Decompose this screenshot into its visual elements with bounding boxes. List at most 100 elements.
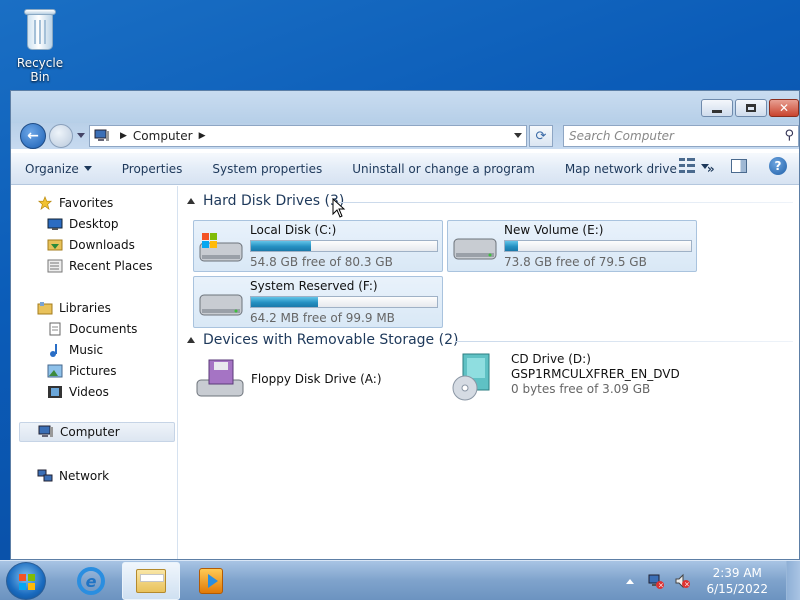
drive-name: New Volume (E:) (504, 223, 604, 237)
taskbar-windows-explorer[interactable] (122, 562, 180, 600)
search-icon: ⚲ (784, 128, 794, 143)
nav-recent-places[interactable]: Recent Places (47, 259, 152, 273)
refresh-icon: ⟳ (535, 128, 547, 144)
minimize-icon (712, 109, 722, 113)
svg-text:×: × (684, 581, 690, 589)
organize-button[interactable]: Organize (25, 162, 92, 176)
nav-desktop[interactable]: Desktop (47, 217, 119, 231)
mouse-cursor-icon (332, 198, 346, 218)
taskbar-media-player[interactable] (182, 562, 240, 600)
search-input[interactable]: Search Computer ⚲ (563, 125, 799, 147)
media-player-icon (199, 568, 223, 594)
drive-tile-f[interactable]: System Reserved (F:) 64.2 MB free of 99.… (193, 276, 443, 328)
clock-time: 2:39 AM (712, 566, 762, 580)
collapse-icon (187, 337, 195, 343)
star-icon (37, 196, 53, 210)
floppy-drive-icon (196, 359, 244, 397)
drive-tile-e[interactable]: New Volume (E:) 73.8 GB free of 79.5 GB (447, 220, 697, 272)
maximize-icon (746, 104, 756, 112)
minimize-button[interactable] (701, 99, 733, 117)
close-button[interactable]: ✕ (769, 99, 799, 117)
drive-usage-fill (505, 241, 519, 251)
drive-tile-c[interactable]: Local Disk (C:) 54.8 GB free of 80.3 GB (193, 220, 443, 272)
close-icon: ✕ (778, 101, 790, 115)
clock[interactable]: 2:39 AM 6/15/2022 (706, 565, 768, 597)
cd-drive-name: CD Drive (D:) (511, 352, 591, 366)
system-properties-button[interactable]: System properties (212, 162, 322, 176)
nav-videos[interactable]: Videos (47, 385, 109, 399)
downloads-icon (47, 239, 63, 251)
group-header-removable[interactable]: Devices with Removable Storage (2) (187, 332, 458, 348)
refresh-button[interactable]: ⟳ (529, 125, 553, 147)
recycle-bin-desktop-icon[interactable]: Recycle Bin (6, 6, 74, 84)
floppy-drive-item[interactable]: Floppy Disk Drive (A:) (195, 356, 445, 406)
cd-drive-item[interactable]: CD Drive (D:) GSP1RMCULXFRER_EN_DVD 0 by… (449, 350, 699, 406)
videos-icon (48, 386, 62, 398)
internet-explorer-icon: e (77, 567, 105, 595)
nav-libraries[interactable]: Libraries (37, 301, 111, 315)
preview-pane-icon[interactable] (731, 159, 747, 173)
hard-drive-icon (453, 238, 497, 260)
drive-usage-bar (250, 240, 438, 252)
svg-text:×: × (658, 582, 664, 590)
properties-button[interactable]: Properties (122, 162, 183, 176)
pictures-icon (47, 364, 63, 378)
map-network-drive-button[interactable]: Map network drive (565, 162, 677, 176)
cd-volume-label: GSP1RMCULXFRER_EN_DVD (511, 367, 680, 381)
music-icon (50, 344, 57, 357)
floppy-drive-name: Floppy Disk Drive (A:) (251, 372, 382, 386)
volume-muted-icon[interactable]: × (674, 573, 691, 589)
group-header-hard-disks[interactable]: Hard Disk Drives (3) (187, 193, 344, 209)
group-divider (455, 341, 793, 342)
breadcrumb-chevron-icon[interactable]: ▶ (120, 131, 127, 141)
show-hidden-icons[interactable] (626, 578, 635, 584)
drive-usage-bar (504, 240, 692, 252)
recent-pages-dropdown[interactable] (77, 133, 85, 138)
nav-favorites[interactable]: Favorites (37, 196, 113, 210)
title-bar[interactable]: ✕ (11, 91, 799, 123)
folder-icon (136, 569, 166, 593)
show-desktop-button[interactable] (786, 561, 800, 600)
address-dropdown[interactable] (514, 133, 522, 138)
recycle-bin-label: Recycle Bin (16, 56, 64, 84)
breadcrumb-computer[interactable]: Computer (133, 129, 193, 143)
help-icon[interactable]: ? (769, 157, 787, 175)
documents-icon (49, 322, 61, 336)
content-pane: Hard Disk Drives (3) Local Disk (C:) 54.… (179, 186, 799, 559)
taskbar: e × × 2:39 AM 6/15/2022 (0, 560, 800, 600)
drive-usage-fill (251, 241, 311, 251)
change-view-icon[interactable] (679, 158, 695, 174)
start-button[interactable] (6, 562, 46, 600)
search-placeholder: Search Computer (569, 129, 674, 143)
computer-icon (94, 129, 109, 141)
breadcrumb-chevron-icon[interactable]: ▶ (199, 131, 206, 141)
taskbar-internet-explorer[interactable]: e (62, 562, 120, 600)
uninstall-program-button[interactable]: Uninstall or change a program (352, 162, 535, 176)
group-divider (337, 202, 793, 203)
recent-places-icon (47, 259, 63, 273)
desktop-icon (47, 218, 63, 230)
nav-network[interactable]: Network (37, 469, 109, 483)
windows-drive-icon (199, 233, 243, 262)
chevron-down-icon (83, 166, 92, 171)
address-input[interactable]: ▶ Computer ▶ (89, 125, 527, 147)
libraries-icon (37, 302, 53, 315)
nav-downloads[interactable]: Downloads (47, 238, 135, 252)
network-status-icon[interactable]: × (648, 573, 665, 590)
back-arrow-icon: ← (27, 128, 39, 144)
back-button[interactable]: ← (20, 123, 46, 149)
explorer-window: ✕ ← ▶ Computer ▶ ⟳ Search Computer ⚲ Org… (10, 90, 800, 560)
address-bar: ← ▶ Computer ▶ ⟳ Search Computer ⚲ (11, 123, 799, 149)
nav-documents[interactable]: Documents (47, 322, 137, 336)
command-bar: Organize Properties System properties Un… (11, 153, 799, 185)
forward-button[interactable] (49, 124, 73, 148)
recycle-bin-icon (22, 6, 58, 52)
cd-drive-icon (452, 353, 490, 401)
nav-pictures[interactable]: Pictures (47, 364, 117, 378)
nav-computer[interactable]: Computer (19, 422, 175, 442)
drive-usage-fill (251, 297, 318, 307)
nav-music[interactable]: Music (47, 343, 103, 357)
view-options-dropdown[interactable] (701, 163, 709, 169)
maximize-button[interactable] (735, 99, 767, 117)
windows-logo-icon (19, 574, 35, 590)
